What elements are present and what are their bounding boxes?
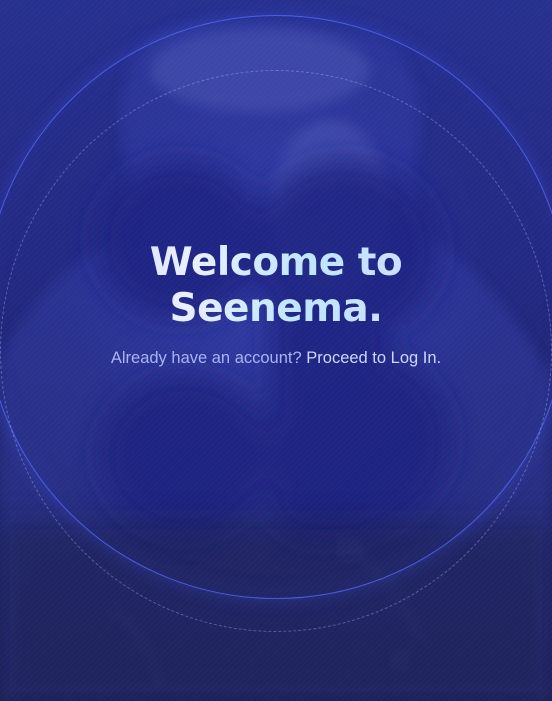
login-link[interactable]: Proceed to Log In.	[306, 349, 441, 367]
login-prompt-text: Already have an account?	[110, 349, 302, 367]
welcome-title-line2: Seenema.	[169, 286, 383, 331]
welcome-screen: Welcome to Seenema. Already have an acco…	[0, 0, 552, 701]
welcome-title-line1: Welcome to	[149, 240, 403, 285]
welcome-title: Welcome to Seenema.	[0, 240, 552, 332]
login-prompt: Already have an account? Proceed to Log …	[0, 347, 552, 369]
